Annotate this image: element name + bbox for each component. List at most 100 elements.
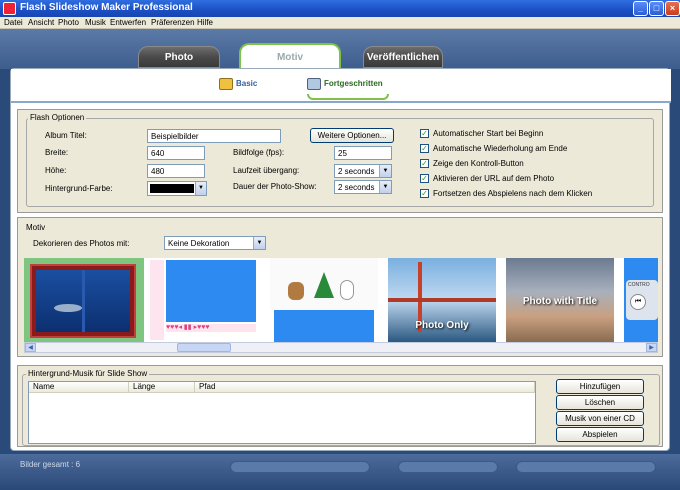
control-panel: CONTRO ⏮ xyxy=(626,280,658,320)
menu-datei[interactable]: Datei xyxy=(4,18,23,27)
menu-photo[interactable]: Photo xyxy=(58,18,79,27)
thumb-controls: ♥♥♥◂ ▮▮ ▸♥♥♥ xyxy=(166,324,256,332)
menu-hilfe[interactable]: Hilfe xyxy=(197,18,213,27)
add-music-button[interactable]: Hinzufügen xyxy=(556,379,644,394)
bgcolor-dropdown[interactable]: ▼ xyxy=(195,182,206,195)
christmas-decoration xyxy=(270,258,378,310)
bgcolor-label: Hintergrund-Farbe: xyxy=(45,184,113,193)
subtab-bar: Basic Fortgeschritten xyxy=(11,69,671,103)
subtab-fortgeschritten[interactable]: Fortgeschritten xyxy=(307,78,383,90)
window-divider xyxy=(82,270,85,332)
thumbnail-scrollbar[interactable]: ◀ ▶ xyxy=(24,342,658,353)
play-music-button[interactable]: Abspielen xyxy=(556,427,644,442)
total-images-status: Bilder gesamt : 6 xyxy=(20,460,81,469)
load-cd-button[interactable]: Musik von einer CD laden xyxy=(556,411,644,436)
height-label: Höhe: xyxy=(45,166,67,175)
status-decoration xyxy=(230,461,370,473)
column-length[interactable]: Länge xyxy=(129,382,195,393)
music-title: Hintergrund-Musik für Slide Show xyxy=(26,369,150,378)
fish-icon xyxy=(54,304,82,312)
album-title-input[interactable]: Beispielbilder xyxy=(147,129,281,143)
menu-musik[interactable]: Musik xyxy=(85,18,106,27)
tab-motiv[interactable]: Motiv xyxy=(239,43,341,71)
transition-select[interactable]: 2 seconds ▼ xyxy=(334,164,392,178)
status-bar: Bilder gesamt : 6 xyxy=(0,454,680,490)
menu-ansicht[interactable]: Ansicht xyxy=(28,18,54,27)
decoration-value: Keine Dekoration xyxy=(168,239,230,248)
scroll-right-icon[interactable]: ▶ xyxy=(646,343,657,352)
scroll-thumb[interactable] xyxy=(177,343,231,352)
column-path[interactable]: Pfad xyxy=(195,382,535,393)
minimize-button[interactable]: _ xyxy=(633,1,648,16)
tab-veroeffentlichen[interactable]: Veröffentlichen xyxy=(363,46,443,68)
theme-thumb-2[interactable]: ♥♥♥◂ ▮▮ ▸♥♥♥ xyxy=(148,258,260,342)
flash-options-title: Flash Optionen xyxy=(28,113,87,122)
subtab-basic-label: Basic xyxy=(236,79,258,89)
snowman-icon xyxy=(340,280,354,300)
thumb-frame xyxy=(30,264,136,338)
fps-input[interactable]: 25 xyxy=(334,146,392,160)
width-input[interactable]: 640 xyxy=(147,146,205,160)
tree-icon xyxy=(314,272,334,298)
app-icon xyxy=(3,2,16,15)
decoration-select[interactable]: Keine Dekoration ▼ xyxy=(164,236,266,250)
autostart-checkbox[interactable]: ✓ xyxy=(420,129,429,138)
transition-value: 2 seconds xyxy=(338,167,375,176)
resume-on-click-checkbox[interactable]: ✓ xyxy=(420,189,429,198)
scroll-left-icon[interactable]: ◀ xyxy=(25,343,36,352)
decorate-label: Dekorieren des Photos mit: xyxy=(33,239,130,248)
theme-thumb-photo-only[interactable]: Photo Only xyxy=(388,258,496,342)
subtab-basic[interactable]: Basic xyxy=(219,78,257,90)
chevron-down-icon: ▼ xyxy=(253,237,265,249)
width-label: Breite: xyxy=(45,148,69,157)
theme-thumb-photo-title[interactable]: Photo with Title xyxy=(506,258,614,342)
more-options-button[interactable]: Weitere Optionen... xyxy=(310,128,394,143)
music-group: Hintergrund-Musik für Slide Show Name Lä… xyxy=(17,365,663,447)
photo-only-caption: Photo Only xyxy=(415,320,469,331)
main-panel: Basic Fortgeschritten Flash Optionen Alb… xyxy=(10,68,671,451)
motiv-group: Motiv Dekorieren des Photos mit: Keine D… xyxy=(17,217,663,357)
chevron-down-icon: ▼ xyxy=(195,182,206,195)
enable-url-label: Aktivieren der URL auf dem Photo xyxy=(433,174,555,183)
bear-icon xyxy=(288,282,304,300)
main-tab-area: Photo Motiv Veröffentlichen xyxy=(0,29,680,71)
basic-icon xyxy=(219,78,233,90)
title-bar: Flash Slideshow Maker Professional _ □ × xyxy=(0,0,680,17)
delete-music-button[interactable]: Löschen xyxy=(556,395,644,410)
tab-photo[interactable]: Photo xyxy=(138,46,220,68)
menu-entwerfen[interactable]: Entwerfen xyxy=(110,18,146,27)
column-name[interactable]: Name xyxy=(29,382,129,393)
close-button[interactable]: × xyxy=(665,1,680,16)
theme-thumbnail-strip: ♥♥♥◂ ▮▮ ▸♥♥♥ Photo Only Photo with Title xyxy=(24,258,658,342)
duration-value: 2 seconds xyxy=(338,183,375,192)
aquarium-photo xyxy=(36,270,130,332)
menu-praeferenzen[interactable]: Präferenzen xyxy=(151,18,195,27)
photo-title-caption: Photo with Title xyxy=(522,296,598,307)
music-list[interactable]: Name Länge Pfad xyxy=(28,381,536,444)
window-title: Flash Slideshow Maker Professional xyxy=(20,2,193,13)
thumb-decoration xyxy=(150,260,164,340)
show-control-checkbox[interactable]: ✓ xyxy=(420,159,429,168)
enable-url-checkbox[interactable]: ✓ xyxy=(420,174,429,183)
theme-thumb-1[interactable] xyxy=(24,258,144,342)
flash-options-group: Flash Optionen Album Titel: Beispielbild… xyxy=(17,109,663,213)
maximize-button[interactable]: □ xyxy=(649,1,664,16)
height-input[interactable]: 480 xyxy=(147,164,205,178)
album-title-label: Album Titel: xyxy=(45,131,87,140)
subtab-fortgeschritten-label: Fortgeschritten xyxy=(324,79,383,89)
duration-select[interactable]: 2 seconds ▼ xyxy=(334,180,392,194)
menu-bar: Datei Ansicht Photo Musik Entwerfen Präf… xyxy=(0,17,680,29)
bgcolor-picker[interactable]: ▼ xyxy=(147,181,207,196)
transition-label: Laufzeit übergang: xyxy=(233,166,300,175)
status-decoration xyxy=(516,461,656,473)
settings-icon xyxy=(307,78,321,90)
fps-label: Bildfolge (fps): xyxy=(233,148,285,157)
thumb-photo-area xyxy=(166,260,256,322)
previous-icon: ⏮ xyxy=(630,294,646,310)
theme-thumb-3[interactable] xyxy=(270,258,378,342)
chevron-down-icon: ▼ xyxy=(379,181,391,193)
autorepeat-label: Automatische Wiederholung am Ende xyxy=(433,144,568,153)
active-subtab-indicator xyxy=(307,94,389,100)
autorepeat-checkbox[interactable]: ✓ xyxy=(420,144,429,153)
theme-thumb-control[interactable]: CONTRO ⏮ xyxy=(624,258,658,342)
